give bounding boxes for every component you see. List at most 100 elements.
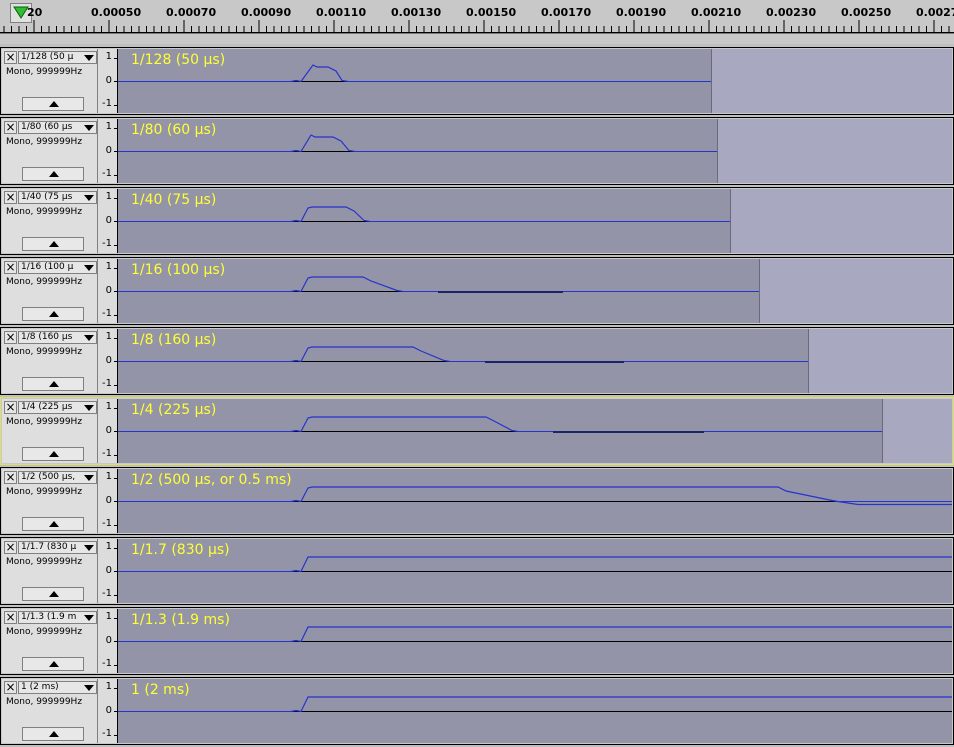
ruler-tick-label: 20 bbox=[27, 6, 43, 19]
clip-label: 1/128 (50 µs) bbox=[131, 52, 226, 68]
ruler-mid-label: 0 bbox=[105, 705, 112, 716]
track-name-menu-button[interactable]: 1 (2 ms) bbox=[18, 681, 97, 694]
collapse-track-button[interactable] bbox=[22, 657, 84, 671]
close-x-icon[interactable]: × bbox=[4, 191, 17, 204]
collapse-track-button[interactable] bbox=[22, 97, 84, 111]
track-name-menu-button[interactable]: 1/80 (60 µs bbox=[18, 121, 97, 134]
vertical-amplitude-ruler: 1 0 -1 bbox=[98, 189, 118, 253]
close-x-icon[interactable]: × bbox=[4, 121, 17, 134]
close-x-icon[interactable]: × bbox=[4, 611, 17, 624]
dropdown-arrow-icon bbox=[84, 475, 94, 481]
collapse-track-button[interactable] bbox=[22, 517, 84, 531]
track-name-menu-button[interactable]: 1/8 (160 µs bbox=[18, 331, 97, 344]
collapse-track-button[interactable] bbox=[22, 727, 84, 741]
waveform-display[interactable] bbox=[118, 679, 952, 743]
ruler-bottom-label: -1 bbox=[102, 98, 112, 109]
track-control-panel[interactable]: × 1/80 (60 µs Mono, 999999Hz bbox=[2, 119, 98, 183]
collapse-up-triangle-icon bbox=[49, 661, 59, 667]
audio-track[interactable]: × 1/40 (75 µs Mono, 999999Hz 1 0 -1 1/40… bbox=[0, 187, 954, 255]
ruler-tick-label: 0.0027 bbox=[916, 6, 954, 19]
ruler-top-label: 1 bbox=[105, 191, 112, 202]
ruler-bottom-label: -1 bbox=[102, 308, 112, 319]
waveform-display[interactable] bbox=[118, 259, 952, 323]
close-x-icon[interactable]: × bbox=[4, 471, 17, 484]
track-control-panel[interactable]: × 1/4 (225 µs Mono, 999999Hz bbox=[2, 399, 98, 463]
audio-track[interactable]: × 1/2 (500 µs, Mono, 999999Hz 1 0 -1 1/2… bbox=[0, 467, 954, 535]
audio-track[interactable]: × 1 (2 ms) Mono, 999999Hz 1 0 -1 1 (2 ms… bbox=[0, 677, 954, 745]
close-x-icon[interactable]: × bbox=[4, 331, 17, 344]
track-control-panel[interactable]: × 1/1.3 (1.9 m Mono, 999999Hz bbox=[2, 609, 98, 673]
track-name-menu-button[interactable]: 1/40 (75 µs bbox=[18, 191, 97, 204]
collapse-up-triangle-icon bbox=[49, 381, 59, 387]
track-name-menu-button[interactable]: 1/128 (50 µ bbox=[18, 51, 97, 64]
collapse-track-button[interactable] bbox=[22, 587, 84, 601]
vertical-amplitude-ruler: 1 0 -1 bbox=[98, 49, 118, 113]
ruler-tick-label: 0.00130 bbox=[391, 6, 442, 19]
track-control-panel[interactable]: × 1/8 (160 µs Mono, 999999Hz bbox=[2, 329, 98, 393]
clip-label: 1/2 (500 µs, or 0.5 ms) bbox=[131, 472, 292, 488]
waveform-display[interactable] bbox=[118, 49, 952, 113]
ruler-bottom-label: -1 bbox=[102, 448, 112, 459]
track-control-panel[interactable]: × 1/40 (75 µs Mono, 999999Hz bbox=[2, 189, 98, 253]
track-format: Mono, 999999Hz bbox=[6, 487, 83, 497]
track-format: Mono, 999999Hz bbox=[6, 417, 83, 427]
track-format: Mono, 999999Hz bbox=[6, 67, 83, 77]
ruler-top-label: 1 bbox=[105, 261, 112, 272]
close-x-icon[interactable]: × bbox=[4, 261, 17, 274]
track-control-panel[interactable]: × 1/2 (500 µs, Mono, 999999Hz bbox=[2, 469, 98, 533]
track-name-menu-button[interactable]: 1/16 (100 µ bbox=[18, 261, 97, 274]
waveform-display[interactable] bbox=[118, 609, 952, 673]
audio-track[interactable]: × 1/128 (50 µ Mono, 999999Hz 1 0 -1 1/12… bbox=[0, 47, 954, 115]
timeline-ruler[interactable]: 20 0.00050 0.00070 0.00090 0.00110 0.00130 0.0… bbox=[0, 0, 954, 34]
ruler-bottom-label: -1 bbox=[102, 588, 112, 599]
track-control-panel[interactable]: × 1/16 (100 µ Mono, 999999Hz bbox=[2, 259, 98, 323]
waveform-display[interactable] bbox=[118, 329, 952, 393]
waveform-display[interactable] bbox=[118, 399, 952, 463]
vertical-amplitude-ruler: 1 0 -1 bbox=[98, 609, 118, 673]
collapse-track-button[interactable] bbox=[22, 237, 84, 251]
waveform-display[interactable] bbox=[118, 119, 952, 183]
collapse-track-button[interactable] bbox=[22, 307, 84, 321]
dropdown-arrow-icon bbox=[84, 195, 94, 201]
audio-track[interactable]: × 1/4 (225 µs Mono, 999999Hz 1 0 -1 1/4 … bbox=[0, 397, 954, 465]
close-x-icon[interactable]: × bbox=[4, 51, 17, 64]
audio-track[interactable]: × 1/1.7 (830 µ Mono, 999999Hz 1 0 -1 1/1… bbox=[0, 537, 954, 605]
audio-track[interactable]: × 1/1.3 (1.9 m Mono, 999999Hz 1 0 -1 1/1… bbox=[0, 607, 954, 675]
vertical-amplitude-ruler: 1 0 -1 bbox=[98, 119, 118, 183]
ruler-mid-label: 0 bbox=[105, 75, 112, 86]
track-control-panel[interactable]: × 1/1.7 (830 µ Mono, 999999Hz bbox=[2, 539, 98, 603]
track-name-menu-button[interactable]: 1/4 (225 µs bbox=[18, 401, 97, 414]
collapse-track-button[interactable] bbox=[22, 447, 84, 461]
close-x-icon[interactable]: × bbox=[4, 401, 17, 414]
close-x-icon[interactable]: × bbox=[4, 681, 17, 694]
waveform-display[interactable] bbox=[118, 539, 952, 603]
collapse-track-button[interactable] bbox=[22, 167, 84, 181]
vertical-amplitude-ruler: 1 0 -1 bbox=[98, 259, 118, 323]
ruler-mid-label: 0 bbox=[105, 425, 112, 436]
track-control-panel[interactable]: × 1 (2 ms) Mono, 999999Hz bbox=[2, 679, 98, 743]
track-format: Mono, 999999Hz bbox=[6, 137, 83, 147]
dropdown-arrow-icon bbox=[84, 405, 94, 411]
ruler-tick-label: 0.00090 bbox=[241, 6, 292, 19]
clip-label: 1/1.3 (1.9 ms) bbox=[131, 612, 230, 628]
track-name-menu-button[interactable]: 1/1.3 (1.9 m bbox=[18, 611, 97, 624]
vertical-amplitude-ruler: 1 0 -1 bbox=[98, 329, 118, 393]
track-format: Mono, 999999Hz bbox=[6, 347, 83, 357]
dropdown-arrow-icon bbox=[84, 265, 94, 271]
track-name-menu-button[interactable]: 1/2 (500 µs, bbox=[18, 471, 97, 484]
ruler-top-label: 1 bbox=[105, 401, 112, 412]
audio-track[interactable]: × 1/16 (100 µ Mono, 999999Hz 1 0 -1 1/16… bbox=[0, 257, 954, 325]
collapse-up-triangle-icon bbox=[49, 591, 59, 597]
clip-label: 1/8 (160 µs) bbox=[131, 332, 217, 348]
collapse-track-button[interactable] bbox=[22, 377, 84, 391]
ruler-top-label: 1 bbox=[105, 51, 112, 62]
ruler-tick-label: 0.00070 bbox=[166, 6, 217, 19]
track-name-menu-button[interactable]: 1/1.7 (830 µ bbox=[18, 541, 97, 554]
track-control-panel[interactable]: × 1/128 (50 µ Mono, 999999Hz bbox=[2, 49, 98, 113]
ruler-mid-label: 0 bbox=[105, 285, 112, 296]
dropdown-arrow-icon bbox=[84, 55, 94, 61]
audio-track[interactable]: × 1/80 (60 µs Mono, 999999Hz 1 0 -1 1/80… bbox=[0, 117, 954, 185]
waveform-display[interactable] bbox=[118, 189, 952, 253]
close-x-icon[interactable]: × bbox=[4, 541, 17, 554]
audio-track[interactable]: × 1/8 (160 µs Mono, 999999Hz 1 0 -1 1/8 … bbox=[0, 327, 954, 395]
